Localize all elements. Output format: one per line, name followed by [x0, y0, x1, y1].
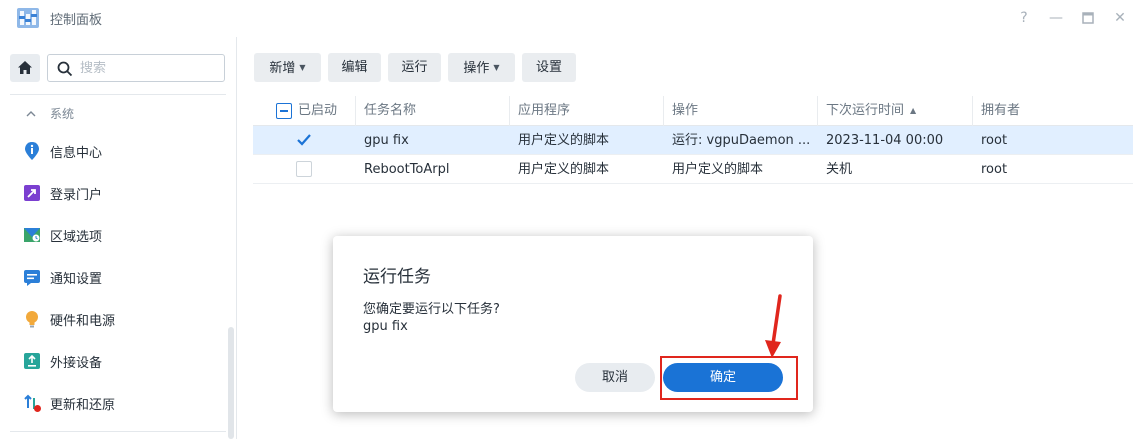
window-title: 控制面板 [50, 13, 103, 28]
task-owner: root [981, 162, 1008, 177]
sidebar-item-login-portal[interactable]: 登录门户 [20, 180, 220, 206]
dialog-message: 您确定要运行以下任务? [363, 302, 500, 317]
enabled-checkbox[interactable] [296, 132, 312, 148]
column-action[interactable]: 操作 [664, 96, 818, 126]
enabled-checkbox[interactable] [296, 161, 312, 177]
update-icon [24, 394, 41, 412]
task-action: 用户定义的脚本 [672, 162, 764, 177]
column-owner[interactable]: 拥有者 [973, 96, 1117, 126]
help-button[interactable]: ? [1014, 8, 1034, 28]
sidebar-divider [10, 431, 226, 432]
task-owner: root [981, 133, 1008, 148]
maximize-button[interactable] [1078, 8, 1098, 28]
dialog-task-name: gpu fix [363, 319, 408, 334]
sidebar-item-label: 登录门户 [50, 188, 103, 203]
caret-down-icon: ▼ [493, 63, 500, 72]
task-action: 运行: vgpuDaemon ... [672, 133, 811, 148]
task-application: 用户定义的脚本 [518, 162, 610, 177]
maximize-icon [1082, 12, 1094, 24]
home-icon [18, 61, 32, 74]
sidebar: 系统 信息中心 登录门户 区域选项 通知设置 [0, 37, 237, 439]
notification-icon [24, 270, 40, 286]
home-button[interactable] [10, 54, 40, 82]
sidebar-item-update-restore[interactable]: 更新和还原 [20, 390, 220, 416]
title-bar: 控制面板 ? — ✕ [0, 0, 1147, 36]
chevron-up-icon [26, 107, 40, 121]
control-panel-icon [17, 8, 39, 28]
create-button-label: 新增 [269, 61, 296, 76]
search-box[interactable] [47, 54, 225, 82]
annotation-highlight-box [660, 356, 798, 400]
login-portal-icon [24, 185, 40, 201]
column-task-name[interactable]: 任务名称 [356, 96, 510, 126]
edit-button[interactable]: 编辑 [328, 53, 381, 82]
sidebar-item-info-center[interactable]: 信息中心 [20, 138, 220, 164]
bulb-icon [26, 311, 38, 328]
cancel-button[interactable]: 取消 [575, 363, 655, 392]
caret-down-icon: ▼ [299, 63, 306, 72]
column-next-run-time[interactable]: 下次运行时间 ▲ [818, 96, 973, 126]
sidebar-item-hardware-power[interactable]: 硬件和电源 [20, 306, 220, 332]
column-enabled[interactable]: 已启动 [253, 96, 356, 126]
minimize-button[interactable]: — [1046, 8, 1066, 28]
run-button[interactable]: 运行 [388, 53, 441, 82]
task-application: 用户定义的脚本 [518, 133, 610, 148]
column-label: 拥有者 [981, 103, 1021, 118]
sidebar-item-label: 外接设备 [50, 356, 103, 371]
sidebar-divider [10, 94, 226, 95]
sidebar-item-label: 硬件和电源 [50, 314, 116, 329]
info-icon [25, 142, 39, 160]
action-button[interactable]: 操作 ▼ [448, 53, 515, 82]
task-name: gpu fix [364, 133, 409, 148]
sidebar-scrollbar[interactable] [228, 327, 234, 439]
close-button[interactable]: ✕ [1110, 8, 1130, 28]
search-icon [57, 61, 73, 77]
sidebar-item-notification[interactable]: 通知设置 [20, 264, 220, 290]
column-label: 任务名称 [364, 103, 417, 118]
task-name: RebootToArpl [364, 162, 450, 177]
sidebar-item-region[interactable]: 区域选项 [20, 222, 220, 248]
column-label: 操作 [672, 103, 699, 118]
sort-ascending-icon: ▲ [910, 106, 917, 115]
action-button-label: 操作 [463, 61, 490, 76]
group-label: 系统 [50, 107, 75, 121]
task-next-run: 关机 [826, 162, 853, 177]
sidebar-item-label: 区域选项 [50, 230, 103, 245]
grid-header: 已启动 任务名称 应用程序 操作 下次运行时间 ▲ 拥有者 [253, 96, 1133, 126]
region-icon [24, 228, 40, 242]
select-all-checkbox[interactable] [276, 103, 292, 119]
sidebar-item-label: 信息中心 [50, 146, 103, 161]
dialog-title: 运行任务 [363, 267, 431, 287]
task-next-run: 2023-11-04 00:00 [826, 133, 944, 148]
checkmark-icon [297, 134, 311, 146]
table-row[interactable]: RebootToArpl 用户定义的脚本 用户定义的脚本 关机 root [253, 155, 1133, 184]
create-button[interactable]: 新增 ▼ [254, 53, 321, 82]
external-device-icon [24, 353, 40, 369]
search-input[interactable] [80, 59, 220, 77]
annotation-arrow-icon [765, 294, 782, 358]
sidebar-item-label: 通知设置 [50, 272, 103, 287]
group-header-system[interactable]: 系统 [26, 105, 74, 125]
sidebar-item-label: 更新和还原 [50, 398, 116, 413]
column-label: 下次运行时间 [826, 103, 905, 118]
column-application[interactable]: 应用程序 [510, 96, 664, 126]
settings-button[interactable]: 设置 [522, 53, 576, 82]
sidebar-item-external-devices[interactable]: 外接设备 [20, 348, 220, 374]
task-grid: 已启动 任务名称 应用程序 操作 下次运行时间 ▲ 拥有者 gpu fix 用户… [253, 96, 1133, 184]
column-label: 应用程序 [518, 103, 571, 118]
table-row[interactable]: gpu fix 用户定义的脚本 运行: vgpuDaemon ... 2023-… [253, 126, 1133, 155]
column-label: 已启动 [298, 103, 338, 118]
